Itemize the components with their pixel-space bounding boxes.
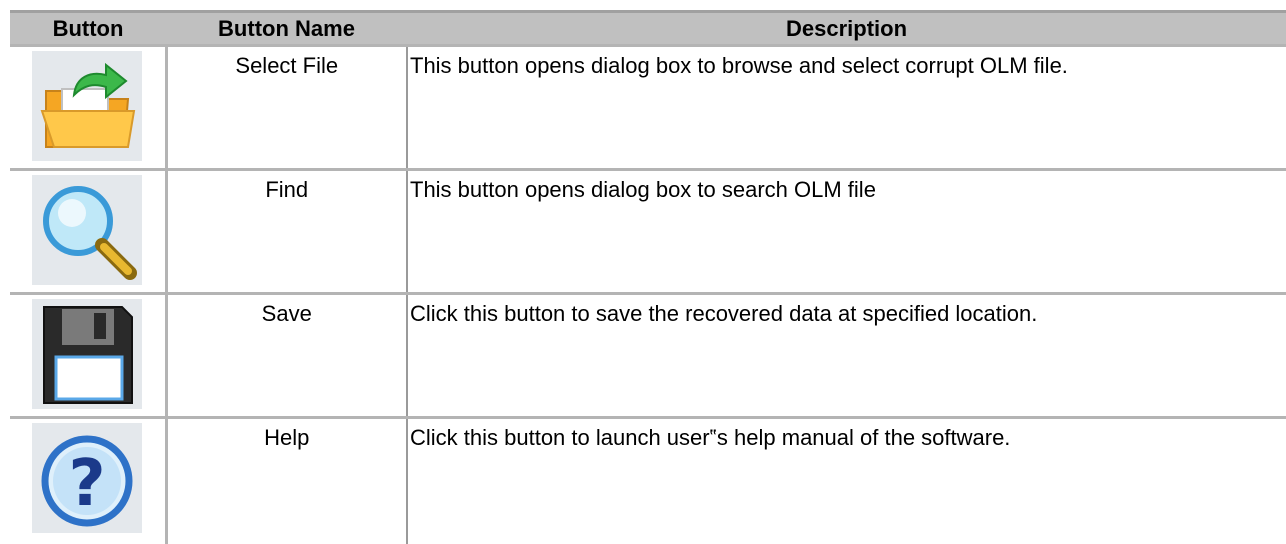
open-folder-icon <box>32 51 143 161</box>
button-name-cell: Find <box>166 169 408 295</box>
icon-cell: ? <box>10 417 168 544</box>
table-row: Select File This button opens dialog box… <box>10 45 1286 171</box>
description-cell: This button opens dialog box to search O… <box>407 169 1286 295</box>
button-reference-table: Button Button Name Description Select Fi… <box>10 10 1286 544</box>
icon-cell <box>10 293 168 419</box>
table-header-row: Button Button Name Description <box>10 10 1286 47</box>
table-row: ? Help Click this button to launch user‟… <box>10 417 1286 544</box>
table-row: Find This button opens dialog box to sea… <box>10 169 1286 295</box>
header-description: Description <box>407 10 1286 47</box>
icon-cell <box>10 169 168 295</box>
button-name-cell: Select File <box>166 45 408 171</box>
description-cell: Click this button to save the recovered … <box>407 293 1286 419</box>
button-name-cell: Help <box>166 417 408 544</box>
table-row: Save Click this button to save the recov… <box>10 293 1286 419</box>
help-question-icon: ? <box>32 423 143 533</box>
icon-cell <box>10 45 168 171</box>
description-cell: Click this button to launch user‟s help … <box>410 425 1011 450</box>
button-name-cell: Save <box>166 293 408 419</box>
header-button: Button <box>10 10 166 47</box>
floppy-disk-icon <box>32 299 143 409</box>
magnifier-icon <box>32 175 143 285</box>
header-button-name: Button Name <box>166 10 407 47</box>
description-cell: This button opens dialog box to browse a… <box>407 45 1286 171</box>
svg-text:?: ? <box>69 447 106 521</box>
